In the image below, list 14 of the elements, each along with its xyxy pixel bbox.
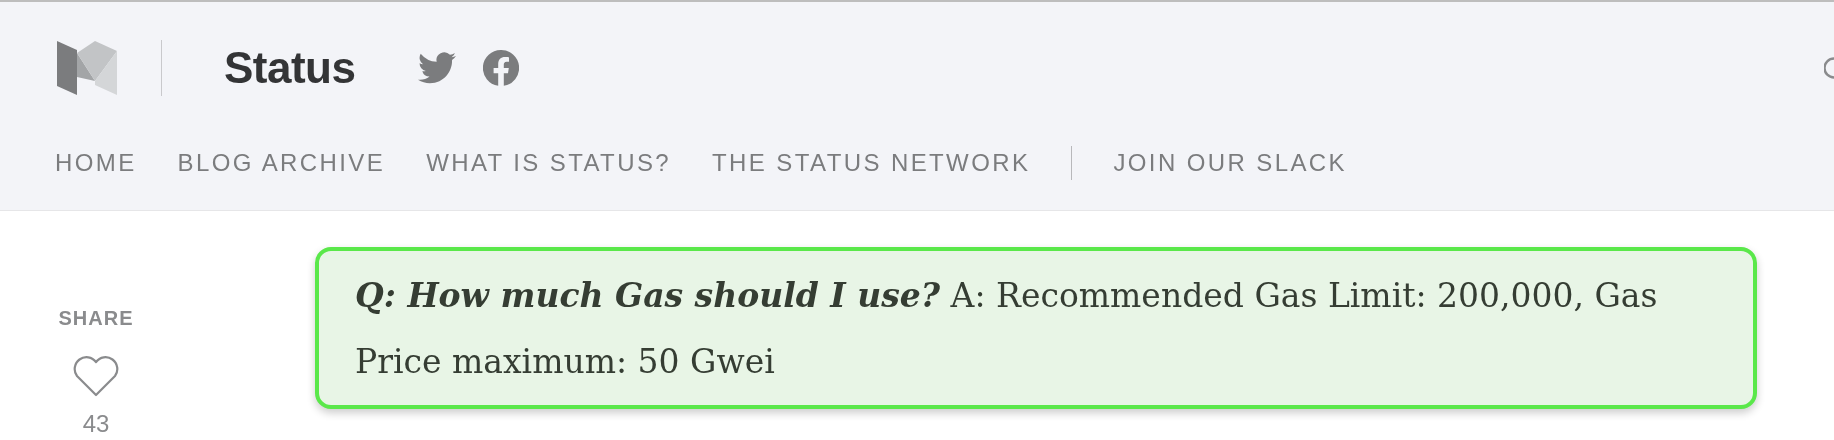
callout-text: Q: How much Gas should I use? A: Recommended Gas Limit: 200,000, Gas Price maximum: 50 Gwei	[355, 275, 1659, 383]
nav-link[interactable]: JOIN OUR SLACK	[1113, 149, 1347, 177]
nav-link[interactable]: BLOG ARCHIVE	[177, 149, 386, 177]
share-label: SHARE	[58, 307, 134, 330]
search-icon[interactable]	[1824, 56, 1834, 80]
like-count: 43	[82, 410, 110, 438]
logo-icon[interactable]	[55, 41, 119, 95]
heart-icon[interactable]	[72, 356, 120, 398]
nav-link[interactable]: THE STATUS NETWORK	[712, 149, 1031, 177]
nav-link[interactable]: HOME	[55, 149, 137, 177]
nav-link[interactable]: WHAT IS STATUS?	[426, 149, 672, 177]
facebook-icon[interactable]	[483, 50, 520, 86]
publication-title[interactable]: Status	[224, 43, 356, 93]
bird-icon[interactable]	[418, 52, 457, 84]
